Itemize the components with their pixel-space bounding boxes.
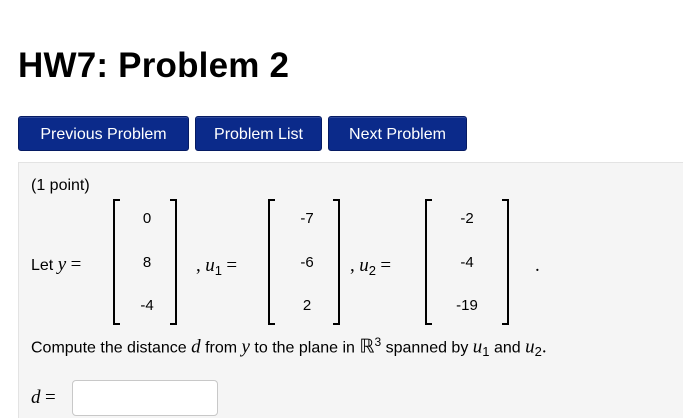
u1-index: 1	[214, 263, 222, 278]
period: .	[535, 255, 540, 276]
d-symbol: d	[31, 387, 41, 408]
u1-vector-entry: 2	[302, 297, 312, 314]
comma: ,	[196, 255, 201, 276]
question-part: spanned by	[385, 339, 469, 357]
d-symbol: d	[191, 336, 201, 358]
u1-vector-entry: -6	[300, 254, 314, 271]
question-part: and	[493, 339, 521, 357]
u2-vector-entry: -4	[460, 254, 474, 271]
equals-sign: =	[380, 255, 392, 276]
u1-vector-entry: -7	[300, 210, 314, 227]
problem-list-button[interactable]: Problem List	[195, 116, 322, 151]
equals-sign: =	[44, 387, 56, 408]
real-numbers-exponent: 3	[374, 335, 382, 349]
u-symbol: u	[359, 255, 369, 276]
let-expression: Let y =	[31, 254, 82, 275]
u-symbol: u	[472, 336, 483, 358]
y-symbol: y	[241, 336, 250, 358]
y-vector-entry: 8	[142, 254, 152, 271]
u2-expression: , u2 =	[350, 255, 392, 278]
question-part: from	[205, 339, 238, 357]
question-part: to the plane in	[254, 339, 355, 357]
u-symbol: u	[205, 255, 215, 276]
u2-vector-entry: -2	[460, 210, 474, 227]
u1-expression: , u1 =	[196, 255, 238, 278]
u1-index: 1	[482, 344, 490, 360]
y-vector-entry: -4	[140, 297, 154, 314]
u-symbol: u	[525, 336, 535, 358]
answer-input[interactable]	[72, 380, 218, 416]
equals-sign: =	[70, 254, 82, 275]
u2-index: 2	[534, 344, 542, 360]
page-title: HW7: Problem 2	[18, 46, 290, 85]
question-text: Compute the distance d from y to the pla…	[31, 333, 547, 360]
points-label: (1 point)	[31, 177, 90, 194]
equals-sign: =	[226, 255, 238, 276]
comma: ,	[350, 255, 355, 276]
y-symbol: y	[57, 254, 67, 275]
let-text: Let	[31, 257, 54, 274]
answer-label: d =	[31, 387, 56, 408]
period: .	[541, 336, 547, 358]
previous-problem-button[interactable]: Previous Problem	[18, 116, 189, 151]
next-problem-button[interactable]: Next Problem	[328, 116, 467, 151]
u2-index: 2	[368, 263, 376, 278]
question-part: Compute the distance	[31, 339, 187, 357]
real-numbers-symbol: ℝ	[359, 336, 375, 358]
u2-vector-entry: -19	[456, 297, 478, 314]
y-vector-entry: 0	[142, 210, 152, 227]
